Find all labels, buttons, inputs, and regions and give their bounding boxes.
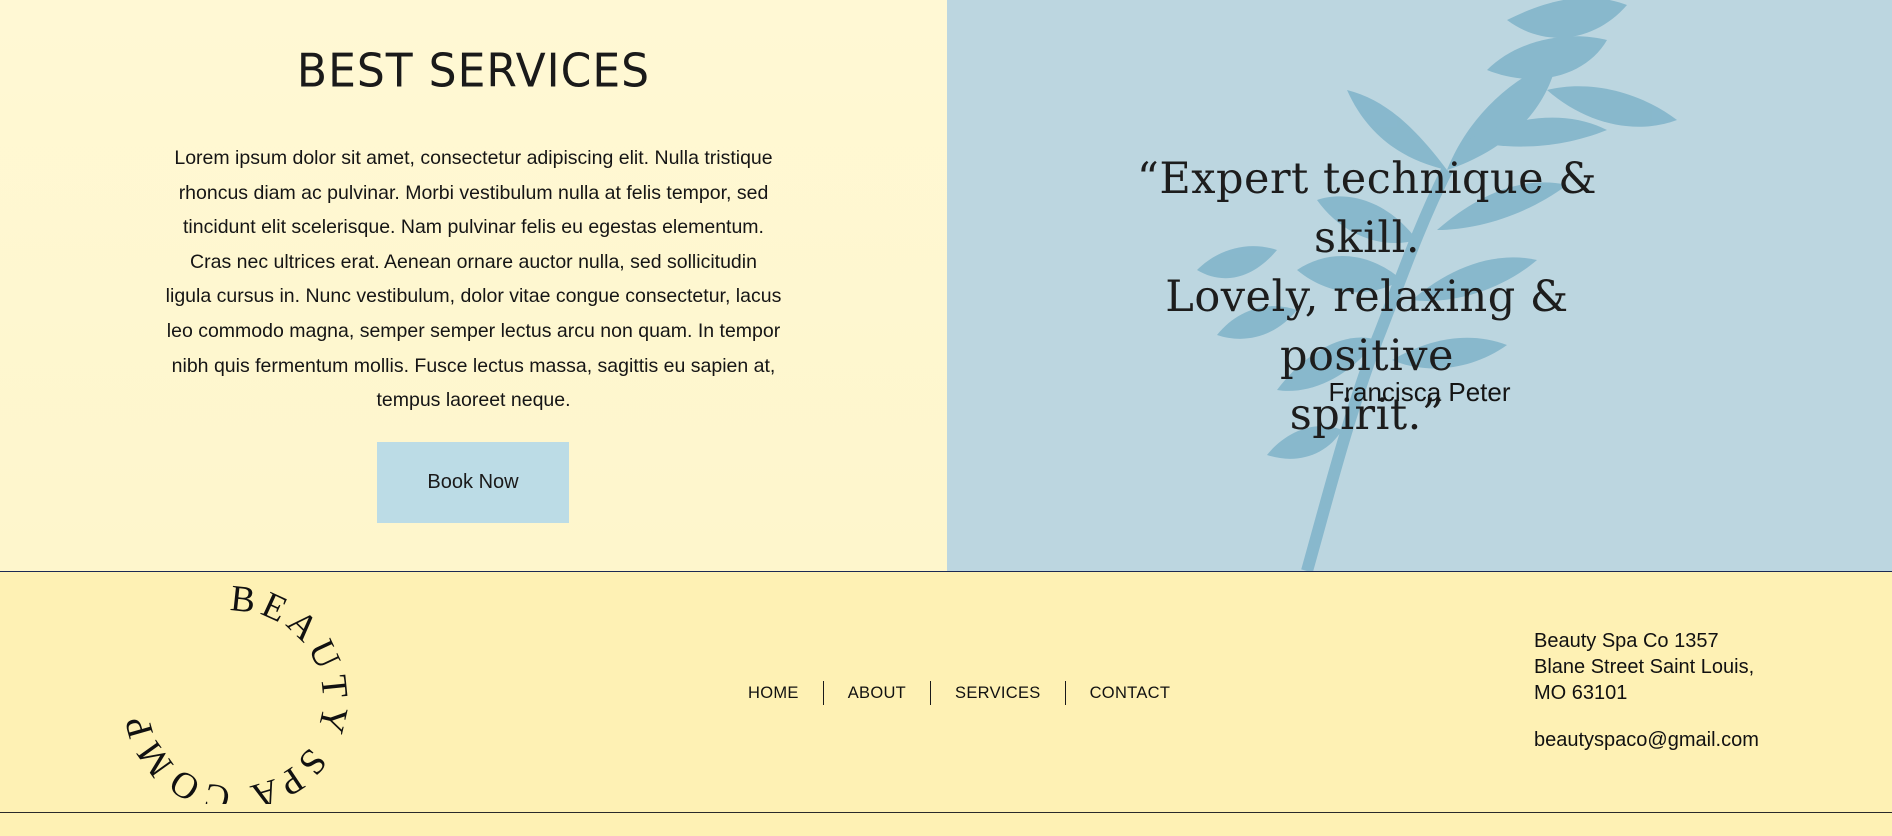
svg-text:BEAUTY SPA COMPANY: BEAUTY SPA COMPANY	[120, 584, 356, 804]
circular-logo[interactable]: BEAUTY SPA COMPANY	[120, 584, 360, 804]
nav-home-link[interactable]: HOME	[724, 681, 823, 705]
contact-email-link[interactable]: beautyspaco@gmail.com	[1534, 729, 1759, 752]
services-title: BEST SERVICES	[296, 44, 651, 99]
book-now-button[interactable]: Book Now	[377, 442, 569, 523]
company-address: Beauty Spa Co 1357 Blane Street Saint Lo…	[1534, 628, 1834, 706]
address-line: Blane Street Saint Louis,	[1534, 656, 1755, 678]
bottom-strip	[0, 813, 1892, 836]
footer-nav: HOME ABOUT SERVICES CONTACT	[724, 680, 1194, 706]
logo-text: BEAUTY SPA COMPANY	[120, 584, 351, 804]
quote-line: Lovely, relaxing & positive	[1165, 272, 1569, 381]
testimonial-author: Francisca Peter	[1328, 377, 1511, 407]
quote-line: “Expert technique & skill.	[1136, 154, 1598, 263]
services-panel: BEST SERVICES Lorem ipsum dolor sit amet…	[0, 0, 947, 571]
footer: BEAUTY SPA COMPANY HOME ABOUT SERVICES C…	[0, 572, 1892, 812]
nav-services-link[interactable]: SERVICES	[931, 681, 1065, 705]
services-description: Lorem ipsum dolor sit amet, consectetur …	[165, 147, 782, 412]
top-section: BEST SERVICES Lorem ipsum dolor sit amet…	[0, 0, 1892, 571]
address-line: Beauty Spa Co 1357	[1534, 630, 1719, 652]
nav-contact-link[interactable]: CONTACT	[1066, 681, 1195, 705]
nav-about-link[interactable]: ABOUT	[824, 681, 930, 705]
address-line: MO 63101	[1534, 682, 1628, 704]
testimonial-panel: “Expert technique & skill. Lovely, relax…	[947, 0, 1892, 571]
